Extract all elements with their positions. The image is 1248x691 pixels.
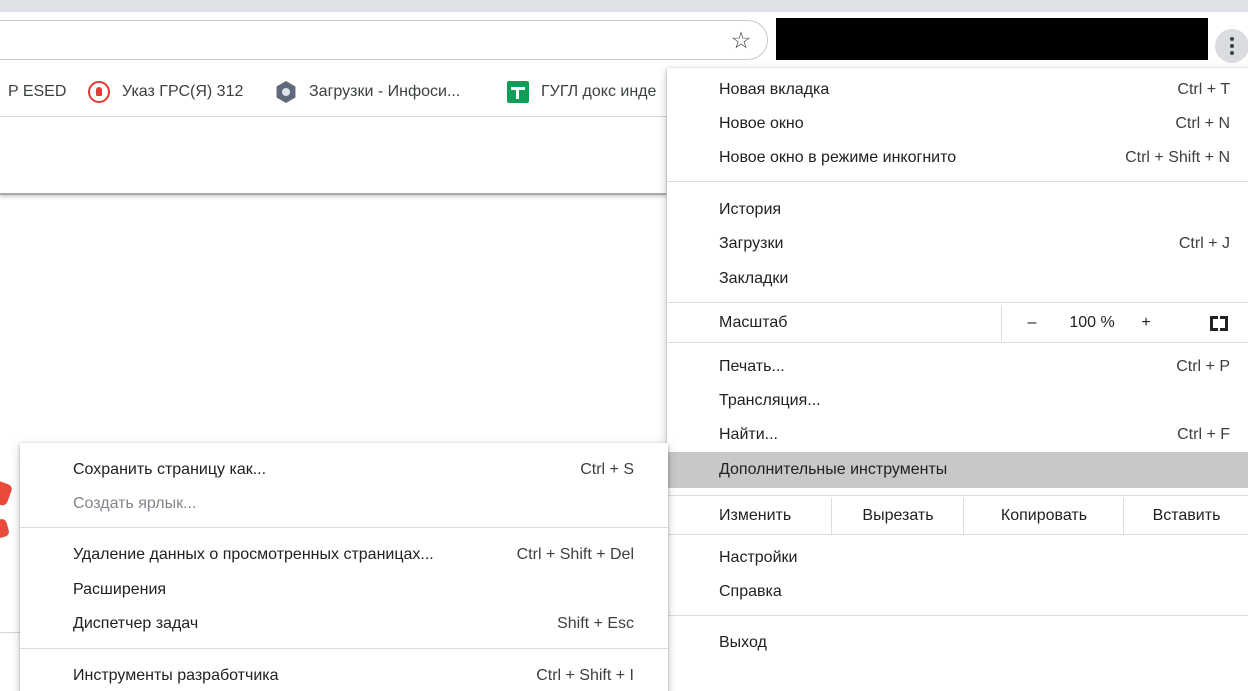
zoom-row: Масштаб – 100 % + — [667, 305, 1248, 341]
menu-item-label: Загрузки — [719, 235, 784, 252]
menu-item-clear-browsing-data[interactable]: Удаление данных о просмотренных страница… — [20, 538, 668, 572]
menu-item-exit[interactable]: Выход — [667, 626, 1248, 660]
menu-separator — [667, 181, 1248, 182]
menu-item-shortcut: Ctrl + S — [580, 461, 634, 478]
zoom-level: 100 % — [1069, 314, 1115, 331]
menu-separator — [667, 302, 1248, 303]
menu-separator — [667, 534, 1248, 535]
menu-item-shortcut: Ctrl + F — [1177, 426, 1230, 443]
menu-item-label: Новое окно в режиме инкогнито — [719, 149, 957, 166]
page-graphic — [0, 517, 11, 541]
fullscreen-corner — [1220, 323, 1228, 331]
menu-item-save-page[interactable]: Сохранить страницу как... Ctrl + S — [20, 453, 668, 487]
menu-item-bookmarks[interactable]: Закладки — [667, 262, 1248, 296]
menu-item-label: Расширения — [73, 581, 167, 598]
menu-item-label: Найти... — [719, 426, 778, 443]
bookmark-item[interactable]: P ESED — [8, 80, 66, 104]
menu-separator — [667, 615, 1248, 616]
edit-row: Изменить Вырезать Копировать Вставить — [667, 498, 1248, 534]
menu-item-label: Настройки — [719, 549, 798, 566]
copy-button[interactable]: Копировать — [963, 498, 1124, 534]
menu-dot — [1230, 51, 1234, 55]
menu-item-shortcut: Ctrl + P — [1176, 358, 1230, 375]
menu-item-shortcut: Ctrl + J — [1178, 235, 1230, 252]
fullscreen-corner — [1210, 323, 1218, 331]
bookmark-label: P ESED — [8, 83, 67, 100]
edit-label: Изменить — [719, 507, 792, 524]
menu-item-incognito[interactable]: Новое окно в режиме инкогнито Ctrl + Shi… — [667, 141, 1248, 175]
redacted-area — [776, 18, 1208, 60]
menu-separator — [20, 648, 668, 649]
paste-button[interactable]: Вставить — [1123, 498, 1248, 534]
bookmark-item[interactable]: ГУГЛ докс инде — [507, 80, 656, 104]
zoom-out-button[interactable]: – — [1024, 305, 1040, 341]
menu-item-task-manager[interactable]: Диспетчер задач Shift + Esc — [20, 607, 668, 641]
menu-item-cast[interactable]: Трансляция... — [667, 384, 1248, 418]
zoom-label: Масштаб — [719, 314, 788, 331]
address-bar[interactable] — [0, 20, 768, 60]
menu-item-developer-tools[interactable]: Инструменты разработчика Ctrl + Shift + … — [20, 659, 668, 691]
menu-item-label: Диспетчер задач — [73, 615, 199, 632]
menu-item-label: Инструменты разработчика — [73, 667, 279, 684]
menu-item-label: Выход — [719, 634, 767, 651]
toolbar: ☆ — [0, 12, 1248, 68]
menu-item-shortcut: Shift + Esc — [557, 615, 634, 632]
menu-separator — [20, 527, 668, 528]
bookmark-item[interactable]: Указ ГРС(Я) 312 — [88, 80, 243, 104]
menu-separator — [667, 342, 1248, 343]
menu-dot — [1230, 37, 1234, 41]
cut-button[interactable]: Вырезать — [831, 498, 964, 534]
menu-item-shortcut: Ctrl + N — [1175, 115, 1230, 132]
chrome-main-menu: Новая вкладка Ctrl + T Новое окно Ctrl +… — [667, 68, 1248, 691]
menu-item-shortcut: Ctrl + Shift + N — [1125, 149, 1230, 166]
menu-item-shortcut: Ctrl + Shift + I — [536, 667, 634, 684]
menu-item-new-window[interactable]: Новое окно Ctrl + N — [667, 107, 1248, 141]
menu-item-label: Новая вкладка — [719, 81, 830, 98]
menu-item-label: Дополнительные инструменты — [719, 461, 948, 478]
menu-dot — [1230, 44, 1234, 48]
menu-item-label: Создать ярлык... — [73, 495, 197, 512]
bookmark-item[interactable]: Загрузки - Инфоси... — [275, 80, 460, 104]
bookmark-label: ГУГЛ докс инде — [541, 83, 657, 100]
menu-separator — [667, 495, 1248, 496]
menu-item-label: Справка — [719, 583, 782, 600]
page-graphic — [0, 479, 14, 507]
fire-logo-icon — [88, 81, 110, 103]
zoom-in-button[interactable]: + — [1138, 305, 1154, 341]
menu-item-label: Сохранить страницу как... — [73, 461, 267, 478]
fullscreen-icon[interactable] — [1210, 316, 1228, 331]
menu-item-label: Удаление данных о просмотренных страница… — [73, 546, 434, 563]
bookmark-label: Загрузки - Инфоси... — [309, 83, 461, 100]
menu-item-settings[interactable]: Настройки — [667, 541, 1248, 575]
menu-item-label: История — [719, 201, 782, 218]
chrome-menu-button[interactable] — [1215, 29, 1248, 63]
menu-item-help[interactable]: Справка — [667, 575, 1248, 609]
menu-item-shortcut: Ctrl + Shift + Del — [516, 546, 634, 563]
page-banner — [0, 117, 666, 195]
menu-item-print[interactable]: Печать... Ctrl + P — [667, 350, 1248, 384]
menu-item-label: Печать... — [719, 358, 785, 375]
browser-window: ☆ P ESED Указ ГРС(Я) 312 Загрузки - Инфо… — [0, 0, 1248, 691]
bookmark-label: Указ ГРС(Я) 312 — [122, 83, 244, 100]
google-sheets-icon — [507, 81, 529, 103]
menu-item-label: Новое окно — [719, 115, 804, 132]
menu-item-create-shortcut[interactable]: Создать ярлык... — [20, 487, 668, 521]
menu-item-history[interactable]: История — [667, 193, 1248, 227]
menu-item-shortcut: Ctrl + T — [1177, 81, 1230, 98]
divider — [0, 632, 20, 633]
bookmark-star-icon[interactable]: ☆ — [728, 27, 754, 53]
menu-item-label: Закладки — [719, 270, 789, 287]
bookmarks-bar: P ESED Указ ГРС(Я) 312 Загрузки - Инфоси… — [0, 68, 670, 117]
hexagon-logo-icon — [276, 81, 296, 103]
menu-item-more-tools[interactable]: Дополнительные инструменты — [667, 452, 1248, 488]
more-tools-submenu: Сохранить страницу как... Ctrl + S Созда… — [20, 443, 668, 691]
menu-item-find[interactable]: Найти... Ctrl + F — [667, 418, 1248, 452]
menu-item-extensions[interactable]: Расширения — [20, 573, 668, 607]
menu-item-label: Трансляция... — [719, 392, 821, 409]
menu-item-downloads[interactable]: Загрузки Ctrl + J — [667, 227, 1248, 261]
menu-item-new-tab[interactable]: Новая вкладка Ctrl + T — [667, 73, 1248, 107]
